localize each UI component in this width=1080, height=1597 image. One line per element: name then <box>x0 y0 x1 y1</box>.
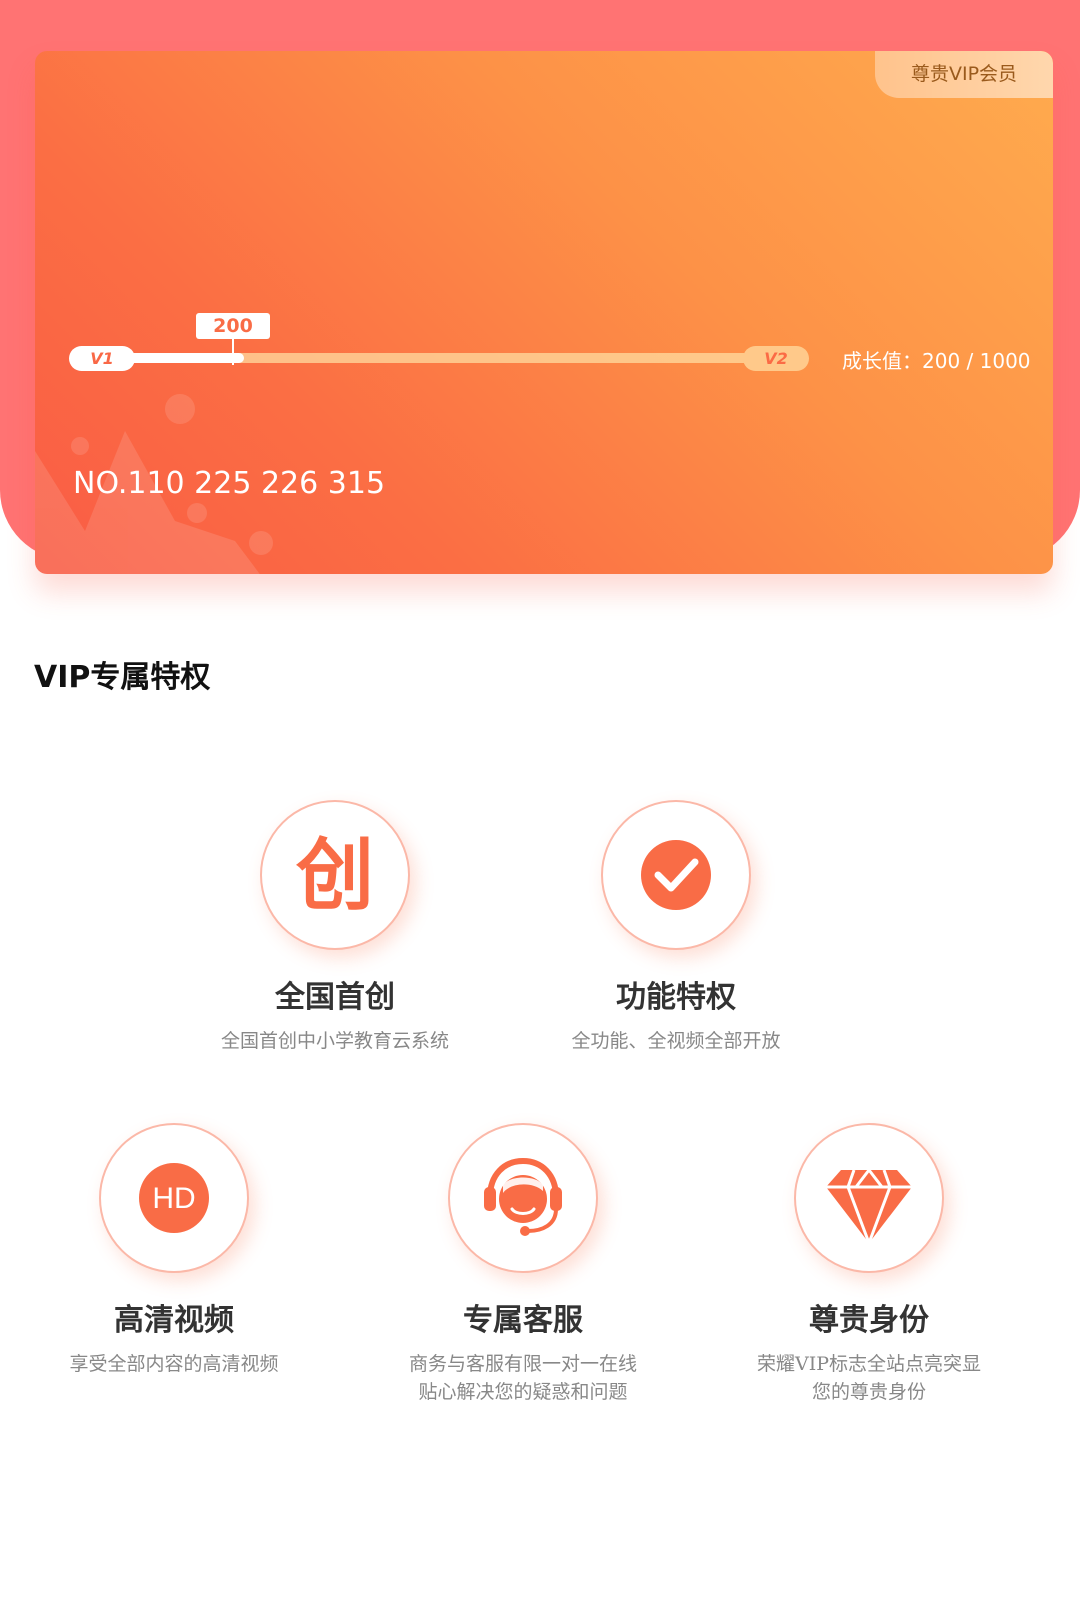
feature-description-line: 商务与客服有限一对一在线 <box>408 1353 637 1375</box>
current-value-bubble: 200 <box>196 313 270 339</box>
feature-icon-circle: HD <box>99 1123 249 1273</box>
svg-text:HD: HD <box>152 1182 195 1215</box>
feature-description-line: 您的尊贵身份 <box>811 1381 926 1403</box>
feature-description-line: 荣耀VIP标志全站点亮突显 <box>756 1353 981 1375</box>
svg-text:创: 创 <box>296 830 374 921</box>
vip-member-badge: 尊贵VIP会员 <box>875 51 1053 98</box>
feature-title: 高清视频 <box>114 1303 234 1338</box>
feature-title: 专属客服 <box>463 1303 583 1338</box>
chuang-character-icon: 创 <box>296 830 374 921</box>
member-number: NO.110 225 226 315 <box>73 466 386 501</box>
growth-value-text: 成长值：200 / 1000 <box>842 349 1031 373</box>
feature-description: 享受全部内容的高清视频 <box>24 1350 324 1378</box>
growth-progress: 200 V1 V2 成长值：200 / 1000 <box>69 313 1049 373</box>
feature-icon-circle <box>448 1123 598 1273</box>
feature-title: 全国首创 <box>275 980 395 1015</box>
feature-description: 全功能、全视频全部开放 <box>526 1027 826 1055</box>
level-v1-badge: V1 <box>69 346 135 371</box>
feature-description: 全国首创中小学教育云系统 <box>185 1027 485 1055</box>
feature-icon-circle: 创 <box>260 800 410 950</box>
feature-description: 商务与客服有限一对一在线 贴心解决您的疑惑和问题 <box>373 1350 673 1406</box>
feature-icon-circle <box>794 1123 944 1273</box>
progress-track <box>129 353 749 363</box>
section-title: VIP专属特权 <box>34 660 211 695</box>
feature-description-line: 贴心解决您的疑惑和问题 <box>418 1381 628 1403</box>
customer-service-headset-icon <box>484 1157 562 1236</box>
feature-icon-circle <box>601 800 751 950</box>
hd-icon: HD <box>139 1163 209 1233</box>
level-v2-badge: V2 <box>743 346 809 371</box>
feature-description-line: 享受全部内容的高清视频 <box>69 1353 279 1375</box>
feature-description-line: 全国首创中小学教育云系统 <box>220 1030 449 1052</box>
diamond-icon <box>826 1169 912 1245</box>
feature-title: 尊贵身份 <box>809 1303 929 1338</box>
feature-description-line: 全功能、全视频全部开放 <box>571 1030 781 1052</box>
progress-fill <box>129 353 245 363</box>
feature-description: 荣耀VIP标志全站点亮突显 您的尊贵身份 <box>719 1350 1019 1406</box>
vip-member-card: 尊贵VIP会员 200 V1 V2 成长值：200 / 1000 NO.110 … <box>35 51 1053 574</box>
feature-title: 功能特权 <box>616 980 736 1015</box>
check-circle-icon <box>641 840 711 910</box>
